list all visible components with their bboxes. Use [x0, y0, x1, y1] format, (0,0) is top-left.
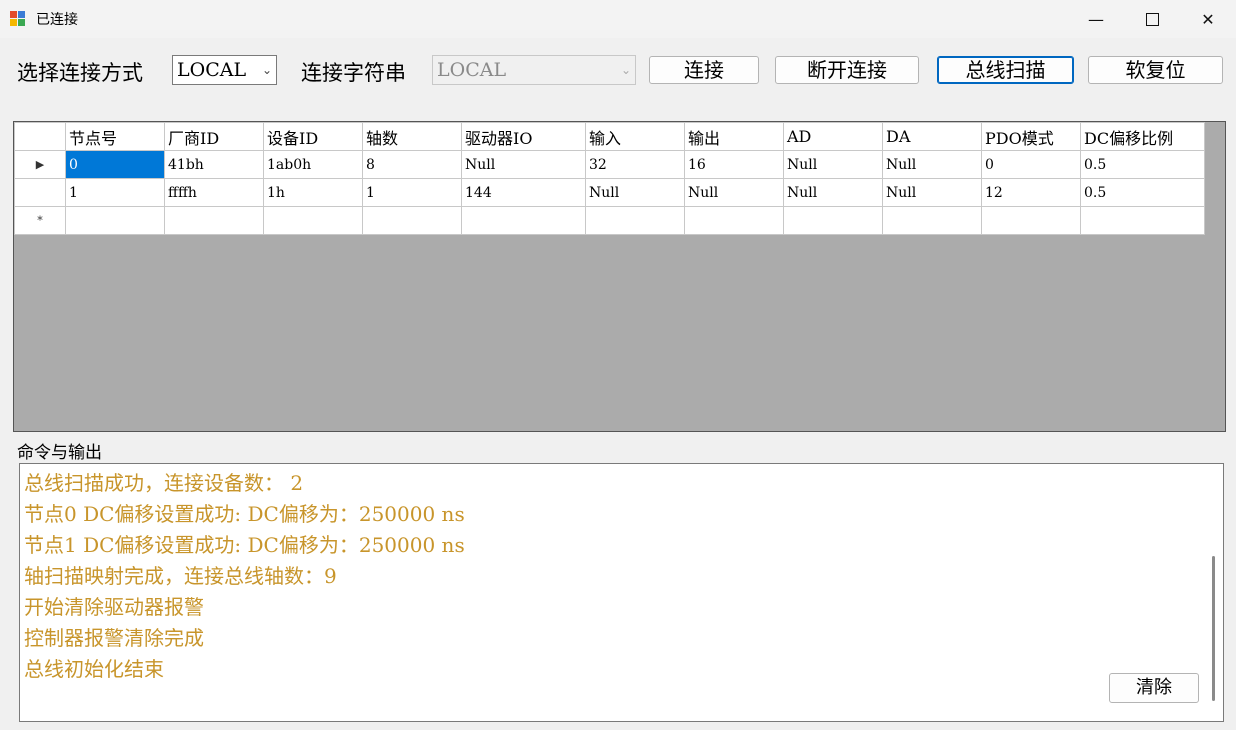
- chevron-down-icon: ⌄: [261, 63, 272, 77]
- table-cell[interactable]: 0: [65, 150, 165, 179]
- table-cell[interactable]: 41bh: [164, 150, 264, 179]
- table-cell[interactable]: [783, 206, 883, 235]
- conn-method-label: 选择连接方式: [17, 61, 143, 85]
- column-header[interactable]: DA: [882, 122, 982, 151]
- column-header[interactable]: 轴数: [362, 122, 462, 151]
- column-header[interactable]: 驱动器IO: [461, 122, 586, 151]
- maximize-button[interactable]: [1128, 0, 1176, 38]
- table-cell[interactable]: Null: [585, 178, 685, 207]
- conn-string-label: 连接字符串: [301, 61, 406, 85]
- table-cell[interactable]: 1h: [263, 178, 363, 207]
- column-header[interactable]: AD: [783, 122, 883, 151]
- table-cell[interactable]: 8: [362, 150, 462, 179]
- table-cell[interactable]: [65, 206, 165, 235]
- device-grid[interactable]: 节点号 厂商ID 设备ID 轴数 驱动器IO 输入 输出 AD DA PDO模式…: [13, 121, 1226, 432]
- table-cell[interactable]: [362, 206, 462, 235]
- table-cell[interactable]: 0.5: [1080, 178, 1205, 207]
- table-cell[interactable]: [263, 206, 363, 235]
- output-line: 总线扫描成功，连接设备数： 2: [24, 471, 304, 495]
- minimize-button[interactable]: —: [1072, 0, 1120, 38]
- close-icon: ✕: [1201, 9, 1215, 29]
- disconnect-button[interactable]: 断开连接: [775, 56, 919, 84]
- table-cell[interactable]: Null: [882, 178, 982, 207]
- current-row-indicator[interactable]: ▶: [14, 150, 66, 179]
- table-cell[interactable]: 32: [585, 150, 685, 179]
- output-line: 控制器报警清除完成: [24, 626, 204, 650]
- minimize-icon: —: [1088, 9, 1104, 29]
- table-cell[interactable]: [1080, 206, 1205, 235]
- table-header-row: 节点号 厂商ID 设备ID 轴数 驱动器IO 输入 输出 AD DA PDO模式…: [14, 122, 1205, 151]
- column-header[interactable]: 厂商ID: [164, 122, 264, 151]
- table-cell[interactable]: [164, 206, 264, 235]
- table-cell[interactable]: 1: [65, 178, 165, 207]
- output-scrollbar[interactable]: [1212, 556, 1215, 701]
- table-cell[interactable]: 0.5: [1080, 150, 1205, 179]
- chevron-down-icon: ⌄: [620, 63, 631, 77]
- table-cell[interactable]: 12: [981, 178, 1081, 207]
- column-header[interactable]: 输入: [585, 122, 685, 151]
- column-header[interactable]: PDO模式: [981, 122, 1081, 151]
- row-header[interactable]: [14, 178, 66, 207]
- output-line: 开始清除驱动器报警: [24, 595, 204, 619]
- column-header[interactable]: 设备ID: [263, 122, 363, 151]
- new-row-indicator[interactable]: *: [14, 206, 66, 235]
- connect-button[interactable]: 连接: [649, 56, 759, 84]
- output-line: 节点1 DC偏移设置成功: DC偏移为：250000 ns: [24, 533, 465, 557]
- table-cell[interactable]: 1ab0h: [263, 150, 363, 179]
- output-group-label: 命令与输出: [17, 443, 102, 463]
- table-cell[interactable]: Null: [684, 178, 784, 207]
- output-line: 轴扫描映射完成，连接总线轴数：9: [24, 564, 337, 588]
- table-cell[interactable]: [585, 206, 685, 235]
- column-header[interactable]: 输出: [684, 122, 784, 151]
- soft-reset-button[interactable]: 软复位: [1088, 56, 1223, 84]
- output-textbox[interactable]: 总线扫描成功，连接设备数： 2 节点0 DC偏移设置成功: DC偏移为：2500…: [19, 463, 1224, 722]
- table-cell[interactable]: [882, 206, 982, 235]
- bus-scan-button[interactable]: 总线扫描: [937, 56, 1074, 84]
- table-cell[interactable]: Null: [461, 150, 586, 179]
- output-line: 节点0 DC偏移设置成功: DC偏移为：250000 ns: [24, 502, 465, 526]
- table-row[interactable]: 1 ffffh 1h 1 144 Null Null Null Null 12 …: [14, 178, 1205, 207]
- table-row[interactable]: ▶ 0 41bh 1ab0h 8 Null 32 16 Null Null 0 …: [14, 150, 1205, 179]
- table-cell[interactable]: 16: [684, 150, 784, 179]
- table-cell[interactable]: Null: [783, 150, 883, 179]
- new-row[interactable]: *: [14, 206, 1205, 235]
- table-cell[interactable]: [981, 206, 1081, 235]
- table-cell[interactable]: Null: [882, 150, 982, 179]
- output-line: 总线初始化结束: [24, 657, 164, 681]
- table-cell[interactable]: Null: [783, 178, 883, 207]
- window-title: 已连接: [36, 12, 78, 28]
- table-cell[interactable]: 1: [362, 178, 462, 207]
- column-header[interactable]: DC偏移比例: [1080, 122, 1205, 151]
- output-lines: 总线扫描成功，连接设备数： 2 节点0 DC偏移设置成功: DC偏移为：2500…: [20, 464, 1223, 685]
- conn-method-value: LOCAL: [177, 59, 247, 81]
- table-cell[interactable]: [461, 206, 586, 235]
- table-cell[interactable]: 0: [981, 150, 1081, 179]
- close-button[interactable]: ✕: [1184, 0, 1232, 38]
- table-cell[interactable]: 144: [461, 178, 586, 207]
- conn-method-select[interactable]: LOCAL ⌄: [172, 55, 277, 85]
- table-cell[interactable]: ffffh: [164, 178, 264, 207]
- conn-string-select: LOCAL ⌄: [432, 55, 636, 85]
- device-table: 节点号 厂商ID 设备ID 轴数 驱动器IO 输入 输出 AD DA PDO模式…: [14, 122, 1205, 235]
- grid-corner[interactable]: [14, 122, 66, 151]
- maximize-icon: [1145, 12, 1159, 26]
- title-bar: 已连接 — ✕: [0, 0, 1236, 38]
- clear-button[interactable]: 清除: [1109, 673, 1199, 703]
- conn-string-value: LOCAL: [437, 59, 507, 81]
- app-icon: [10, 11, 26, 27]
- column-header[interactable]: 节点号: [65, 122, 165, 151]
- table-cell[interactable]: [684, 206, 784, 235]
